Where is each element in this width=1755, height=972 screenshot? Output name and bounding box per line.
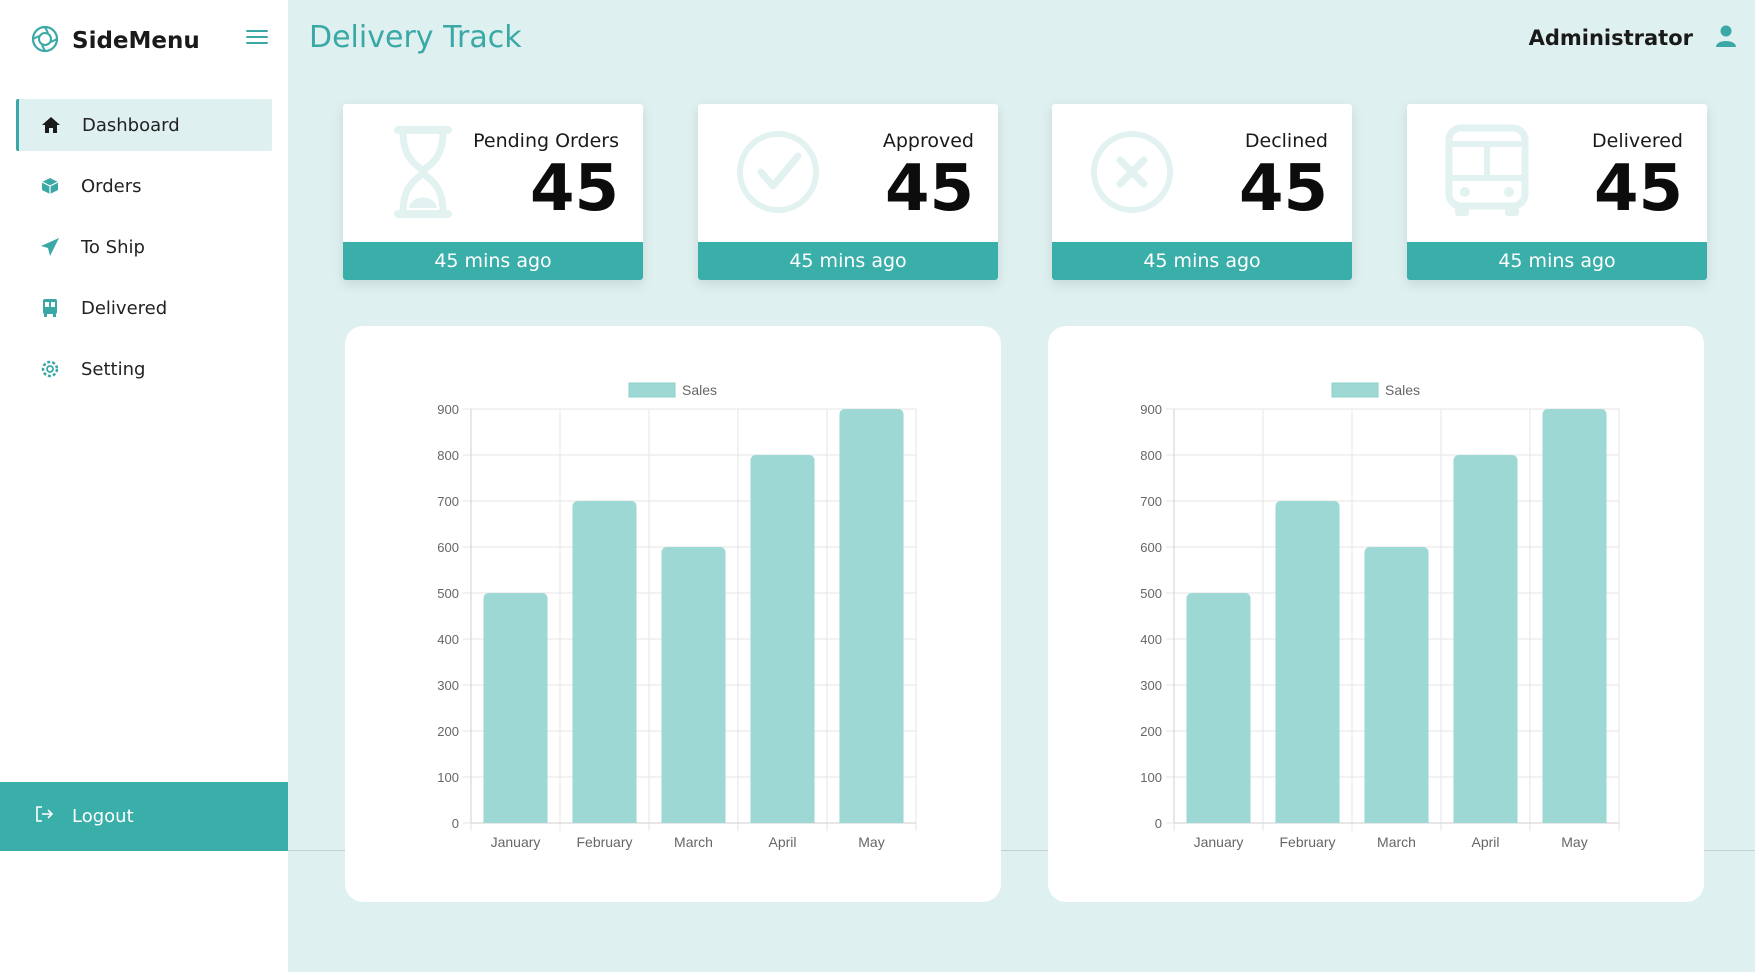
card-label: Declined xyxy=(1244,130,1328,152)
sidebar-item-label: Dashboard xyxy=(82,114,180,136)
bar-january xyxy=(1186,593,1251,823)
y-tick-label: 700 xyxy=(437,494,459,509)
bar-february xyxy=(1275,501,1340,823)
brand[interactable]: SideMenu xyxy=(30,24,200,58)
sidebar-item-delivered[interactable]: Delivered xyxy=(16,282,272,334)
bus-icon xyxy=(39,297,61,319)
bar-may xyxy=(839,409,904,823)
y-tick-label: 100 xyxy=(437,770,459,785)
legend-swatch xyxy=(1331,382,1379,398)
sidebar-item-orders[interactable]: Orders xyxy=(16,160,272,212)
x-tick-label: February xyxy=(1279,834,1335,850)
stat-card-delivered[interactable]: Delivered 45 45 mins ago xyxy=(1407,104,1707,280)
y-tick-label: 200 xyxy=(1140,724,1162,739)
y-tick-label: 300 xyxy=(1140,678,1162,693)
sidebar-item-label: Setting xyxy=(81,358,146,380)
y-tick-label: 100 xyxy=(1140,770,1162,785)
sidebar-item-dashboard[interactable]: Dashboard xyxy=(16,99,272,151)
sidebar-item-label: To Ship xyxy=(81,236,145,258)
stat-card-declined[interactable]: Declined 45 45 mins ago xyxy=(1052,104,1352,280)
bus-icon xyxy=(1437,122,1537,222)
y-tick-label: 0 xyxy=(452,816,459,831)
card-value: 45 xyxy=(1593,152,1683,226)
stat-card-pending[interactable]: Pending Orders 45 45 mins ago xyxy=(343,104,643,280)
logout-icon xyxy=(34,804,54,829)
y-tick-label: 500 xyxy=(1140,586,1162,601)
card-value: 45 xyxy=(1238,152,1328,226)
x-tick-label: February xyxy=(576,834,632,850)
logout-label: Logout xyxy=(72,806,134,827)
card-footer: 45 mins ago xyxy=(698,242,998,280)
bar-february xyxy=(572,501,637,823)
check-circle-icon xyxy=(728,122,828,222)
x-tick-label: March xyxy=(1377,834,1416,850)
x-tick-label: May xyxy=(858,834,884,850)
bar-may xyxy=(1542,409,1607,823)
sales-bar-chart: Sales 0 100 200 300 400 500 600 700 800 900 January… xyxy=(437,382,917,850)
stat-card-approved[interactable]: Approved 45 45 mins ago xyxy=(698,104,998,280)
chart-legend: Sales xyxy=(1331,382,1420,398)
y-tick-label: 600 xyxy=(437,540,459,555)
card-label: Pending Orders xyxy=(473,130,619,152)
bar-april xyxy=(750,455,815,823)
user-icon[interactable] xyxy=(1715,24,1737,52)
x-tick-label: April xyxy=(1471,834,1499,850)
card-footer: 45 mins ago xyxy=(1052,242,1352,280)
x-tick-label: January xyxy=(491,834,541,850)
y-tick-label: 300 xyxy=(437,678,459,693)
card-value: 45 xyxy=(884,152,974,226)
sidebar-item-to-ship[interactable]: To Ship xyxy=(16,221,272,273)
card-label: Approved xyxy=(882,130,974,152)
y-tick-label: 500 xyxy=(437,586,459,601)
paper-plane-icon xyxy=(39,236,61,258)
cube-icon xyxy=(39,175,61,197)
y-tick-label: 800 xyxy=(1140,448,1162,463)
legend-label: Sales xyxy=(682,382,717,398)
legend-label: Sales xyxy=(1385,382,1420,398)
card-label: Delivered xyxy=(1592,130,1683,152)
y-tick-label: 0 xyxy=(1155,816,1162,831)
logo-icon xyxy=(30,24,60,58)
card-footer: 45 mins ago xyxy=(343,242,643,280)
x-tick-label: April xyxy=(768,834,796,850)
user-menu[interactable]: Administrator xyxy=(1529,24,1737,52)
x-tick-label: March xyxy=(674,834,713,850)
user-name: Administrator xyxy=(1528,26,1693,50)
sidebar-item-label: Orders xyxy=(81,175,142,197)
bar-january xyxy=(483,593,548,823)
brand-name: SideMenu xyxy=(72,28,200,54)
y-tick-label: 800 xyxy=(437,448,459,463)
chart-panel-left: Sales 0 100 200 300 400 500 600 700 800 900 January… xyxy=(345,326,1001,902)
x-tick-label: May xyxy=(1561,834,1587,850)
bar-march xyxy=(1364,547,1429,823)
gear-icon xyxy=(39,358,61,380)
chart-panel-right: Sales 0 100 200 300 400 500 600 700 800 900 January… xyxy=(1048,326,1704,902)
card-footer: 45 mins ago xyxy=(1407,242,1707,280)
home-icon xyxy=(40,114,62,136)
y-tick-label: 900 xyxy=(437,402,459,417)
y-tick-label: 700 xyxy=(1140,494,1162,509)
sales-bar-chart: Sales 0 100 200 300 400 500 600 700 800 900 January… xyxy=(1140,382,1620,850)
menu-toggle-icon[interactable] xyxy=(246,28,268,46)
logout-button[interactable]: Logout xyxy=(0,782,288,851)
page-title: Delivery Track xyxy=(309,20,522,55)
y-tick-label: 900 xyxy=(1140,402,1162,417)
x-circle-icon xyxy=(1082,122,1182,222)
y-tick-label: 200 xyxy=(437,724,459,739)
bar-march xyxy=(661,547,726,823)
y-tick-label: 600 xyxy=(1140,540,1162,555)
sidebar-footer xyxy=(0,851,288,972)
y-tick-label: 400 xyxy=(1140,632,1162,647)
card-value: 45 xyxy=(529,152,619,226)
sidebar: SideMenu Dashboard Orders To Ship Delive… xyxy=(0,0,288,972)
sidebar-item-setting[interactable]: Setting xyxy=(16,343,272,395)
y-tick-label: 400 xyxy=(437,632,459,647)
sidebar-item-label: Delivered xyxy=(81,297,168,319)
legend-swatch xyxy=(628,382,676,398)
bar-april xyxy=(1453,455,1518,823)
hourglass-icon xyxy=(373,122,473,222)
chart-legend: Sales xyxy=(628,382,717,398)
sidebar-nav: Dashboard Orders To Ship Delivered Setti… xyxy=(16,99,272,404)
x-tick-label: January xyxy=(1194,834,1244,850)
